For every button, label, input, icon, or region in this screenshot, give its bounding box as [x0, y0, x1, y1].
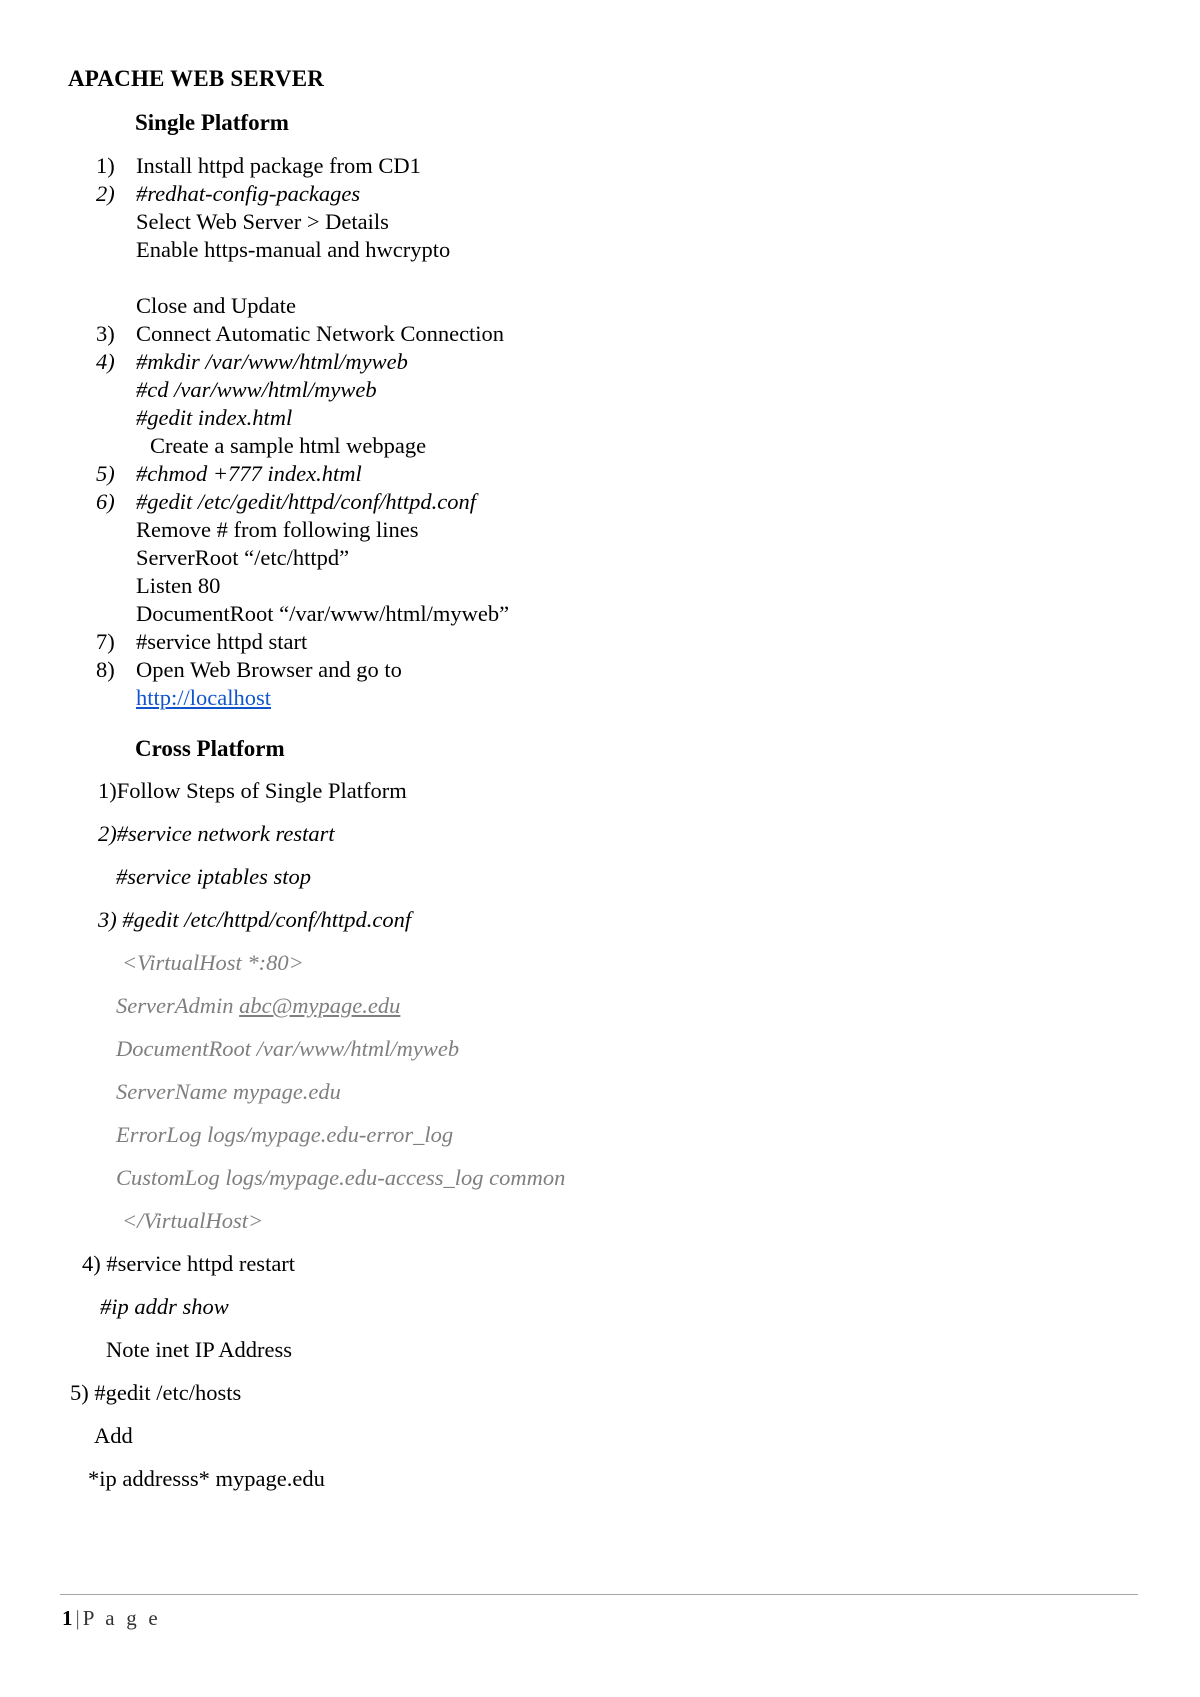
- list-item: 1) Install httpd package from CD1: [68, 152, 948, 180]
- list-item-line: #service httpd start: [136, 629, 308, 654]
- localhost-link[interactable]: http://localhost: [136, 684, 948, 712]
- list-item-line: ServerRoot “/etc/httpd”: [136, 545, 350, 570]
- cross-platform-line: 5) #gedit /etc/hosts: [70, 1380, 242, 1405]
- cross-platform-line: 1)Follow Steps of Single Platform: [98, 778, 407, 803]
- section-heading-single-platform: Single Platform: [135, 110, 289, 135]
- list-item: 4) #mkdir /var/www/html/myweb #cd /var/www…: [68, 348, 948, 460]
- footer-page-label: P a g e: [82, 1606, 161, 1630]
- list-item-marker: 3): [96, 321, 115, 346]
- list-item-line: Create a sample html webpage: [150, 433, 427, 458]
- list-item: 5) #chmod +777 index.html: [68, 460, 948, 488]
- list-item-marker: 2): [96, 181, 115, 206]
- list-item-line: #cd /var/www/html/myweb: [136, 377, 377, 402]
- list-item-line: Close and Update: [136, 293, 296, 318]
- list-item-line: Enable https-manual and hwcrypto: [136, 237, 451, 262]
- list-item-marker: 4): [96, 349, 115, 374]
- cross-platform-line: *ip addresss* mypage.edu: [88, 1466, 325, 1491]
- cross-platform-line: CustomLog logs/mypage.edu-access_log com…: [116, 1165, 566, 1190]
- cross-platform-line: #ip addr show: [100, 1294, 229, 1319]
- list-item-line: Connect Automatic Network Connection: [136, 321, 505, 346]
- cross-platform-line: Note inet IP Address: [106, 1337, 293, 1362]
- list-item: 2) #redhat-config-packages Select Web Serv…: [68, 180, 948, 320]
- footer-page-number: 1: [62, 1606, 73, 1630]
- list-item-marker: 1): [96, 153, 115, 178]
- cross-platform-line: 3) #gedit /etc/httpd/conf/httpd.conf: [98, 907, 412, 932]
- list-item: 8) Open Web Browser and go to http://local…: [68, 656, 948, 712]
- cross-platform-line: ErrorLog logs/mypage.edu-error_log: [116, 1122, 454, 1147]
- page-title: APACHE WEB SERVER: [68, 66, 325, 91]
- email-link[interactable]: abc@mypage.edu: [239, 993, 400, 1018]
- list-item-marker: 7): [96, 629, 115, 654]
- cross-platform-line: 2)#service network restart: [98, 821, 335, 846]
- list-item-line: DocumentRoot “/var/www/html/myweb”: [136, 601, 510, 626]
- cross-platform-list: 1)Follow Steps of Single Platform 2)#serv…: [68, 778, 1008, 1511]
- cross-platform-line: #service iptables stop: [116, 864, 311, 889]
- list-item-marker: 6): [96, 489, 115, 514]
- cross-platform-line: <VirtualHost *:80>: [122, 950, 304, 975]
- section-heading-cross-platform: Cross Platform: [135, 736, 285, 761]
- list-item: 3) Connect Automatic Network Connection: [68, 320, 948, 348]
- list-item-marker: 5): [96, 461, 115, 486]
- document-page: APACHE WEB SERVER Single Platform 1) Inst…: [0, 0, 1200, 1697]
- cross-platform-line: ServerName mypage.edu: [116, 1079, 341, 1104]
- list-item-line: Open Web Browser and go to: [136, 657, 402, 682]
- footer-divider: [60, 1594, 1138, 1595]
- footer-separator: |: [75, 1606, 80, 1630]
- list-item-line: Select Web Server > Details: [136, 209, 389, 234]
- list-item-marker: 8): [96, 657, 115, 682]
- list-item-line: #gedit /etc/gedit/httpd/conf/httpd.conf: [136, 489, 476, 514]
- page-footer: 1 | P a g e: [62, 1606, 161, 1631]
- list-item-line: Remove # from following lines: [136, 517, 419, 542]
- list-item-line: #mkdir /var/www/html/myweb: [136, 349, 408, 374]
- link-text[interactable]: http://localhost: [136, 685, 271, 710]
- list-item: 7) #service httpd start: [68, 628, 948, 656]
- list-item: 6) #gedit /etc/gedit/httpd/conf/httpd.con…: [68, 488, 948, 628]
- list-item-line: Listen 80: [136, 573, 221, 598]
- list-item-line: #redhat-config-packages: [136, 181, 361, 206]
- list-item-line: #chmod +777 index.html: [136, 461, 362, 486]
- list-item-line: Install httpd package from CD1: [136, 153, 421, 178]
- server-admin-line[interactable]: ServerAdmin abc@mypage.edu: [68, 993, 1008, 1038]
- list-item-line: #gedit index.html: [136, 405, 293, 430]
- cross-platform-line: 4) #service httpd restart: [82, 1251, 296, 1276]
- single-platform-list: 1) Install httpd package from CD1 2) #redha…: [68, 152, 948, 712]
- cross-platform-line: DocumentRoot /var/www/html/myweb: [116, 1036, 460, 1061]
- cross-platform-line: </VirtualHost>: [122, 1208, 264, 1233]
- cross-platform-line: Add: [94, 1423, 133, 1448]
